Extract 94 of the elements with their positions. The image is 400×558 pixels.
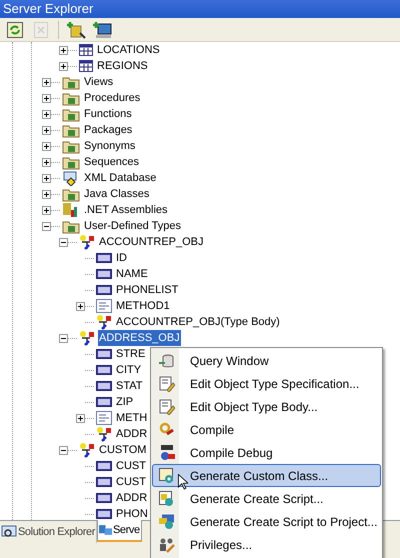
field-icon <box>96 493 112 503</box>
tree-item[interactable]: REGIONS <box>96 58 149 74</box>
tree-item[interactable]: Packages <box>83 122 134 138</box>
expand-button[interactable] <box>59 62 68 70</box>
folder-icon <box>62 122 80 138</box>
expand-button[interactable] <box>42 126 51 134</box>
folder-icon <box>62 74 80 90</box>
folder-icon <box>62 106 80 122</box>
expand-button[interactable] <box>42 78 51 86</box>
assembly-icon <box>62 202 80 218</box>
pencil-icon <box>158 376 174 392</box>
menu-item[interactable]: Edit Object Type Specification... <box>152 372 381 395</box>
menu-item[interactable]: Edit Object Type Body... <box>152 395 381 418</box>
tree-item[interactable]: ACCOUNTREP_OBJ <box>98 234 205 250</box>
tree-item[interactable]: METH <box>115 410 148 426</box>
type-icon <box>79 442 95 458</box>
field-icon <box>96 477 112 487</box>
tree-item[interactable]: ADDR <box>115 426 148 442</box>
folder-icon <box>62 138 80 154</box>
expand-button[interactable] <box>42 206 51 214</box>
tree-item[interactable]: CITY <box>115 362 142 378</box>
expand-button[interactable] <box>42 174 51 182</box>
folder-icon <box>62 218 80 234</box>
collapse-button[interactable] <box>59 446 68 454</box>
expand-button[interactable] <box>42 142 51 150</box>
table-icon <box>79 44 93 56</box>
people-icon <box>158 536 174 552</box>
menu-item[interactable]: Query Window <box>152 349 381 372</box>
tree-item[interactable]: User-Defined Types <box>83 218 182 234</box>
pencil-icon <box>158 398 174 414</box>
method-icon <box>96 299 112 313</box>
expand-button[interactable] <box>76 414 85 422</box>
field-icon <box>96 365 112 375</box>
tree-item[interactable]: Functions <box>83 106 133 122</box>
tree-item[interactable]: CUST <box>115 458 147 474</box>
tree-item[interactable]: Java Classes <box>83 186 150 202</box>
tree-item[interactable]: CUST <box>115 474 147 490</box>
tree-item[interactable]: PHON <box>115 506 149 520</box>
tree-item[interactable]: METHOD1 <box>115 298 171 314</box>
type-icon <box>96 426 112 442</box>
folder-icon <box>62 154 80 170</box>
expand-button[interactable] <box>42 94 51 102</box>
folder-icon <box>62 186 80 202</box>
menu-item[interactable]: Generate Create Script to Project... <box>152 510 381 533</box>
method-icon <box>96 411 112 425</box>
tree-item[interactable]: ZIP <box>115 394 134 410</box>
expand-button[interactable] <box>42 158 51 166</box>
panel-tab[interactable]: Serve <box>96 520 142 542</box>
panel-tab[interactable]: Solution Explorer <box>0 521 97 543</box>
tree-item[interactable]: Sequences <box>83 154 140 170</box>
tree-item[interactable]: ADDR <box>115 490 148 506</box>
collapse-button[interactable] <box>42 222 51 230</box>
expand-button[interactable] <box>59 46 68 54</box>
tree-item[interactable]: .NET Assemblies <box>83 202 169 218</box>
collapse-button[interactable] <box>59 238 68 246</box>
cursor-icon <box>178 474 188 490</box>
expand-button[interactable] <box>76 302 85 310</box>
tree-item[interactable]: LOCATIONS <box>96 42 161 58</box>
collapse-button[interactable] <box>59 334 68 342</box>
tree-item[interactable]: STAT <box>115 378 144 394</box>
menu-item[interactable]: Generate Custom Class... <box>152 464 381 487</box>
tree-item[interactable]: CUSTOM <box>98 442 148 458</box>
field-icon <box>96 397 112 407</box>
menu-item[interactable]: Compile <box>152 418 381 441</box>
tree-item[interactable]: Synonyms <box>83 138 136 154</box>
field-icon <box>96 509 112 519</box>
server-icon <box>98 523 112 537</box>
tree-item[interactable]: STRE <box>115 346 146 362</box>
tree-item[interactable]: ACCOUNTREP_OBJ(Type Body) <box>115 314 281 330</box>
menu-item[interactable]: Compile Debug <box>152 441 381 464</box>
field-icon <box>96 381 112 391</box>
field-icon <box>96 269 112 279</box>
field-icon <box>96 253 112 263</box>
expand-button[interactable] <box>42 190 51 198</box>
tree-item[interactable]: XML Database <box>83 170 158 186</box>
database-icon <box>158 352 174 368</box>
type-icon <box>79 330 95 346</box>
field-icon <box>96 349 112 359</box>
expand-button[interactable] <box>42 110 51 118</box>
title-bar: Server Explorer <box>0 0 400 18</box>
tree-item[interactable]: PHONELIST <box>115 282 180 298</box>
tree-item[interactable]: ADDRESS_OBJ <box>98 330 181 346</box>
menu-item[interactable]: Privileges... <box>152 533 381 556</box>
type-icon <box>96 314 112 330</box>
table-icon <box>79 60 93 72</box>
tree-item[interactable]: NAME <box>115 266 149 282</box>
tree-item[interactable]: Procedures <box>83 90 142 106</box>
type-icon <box>79 234 95 250</box>
field-icon <box>96 461 112 471</box>
tree-item[interactable]: ID <box>115 250 128 266</box>
folder-icon <box>62 90 80 106</box>
tree-item[interactable]: Views <box>83 74 114 90</box>
field-icon <box>96 285 112 295</box>
menu-item[interactable]: Generate Create Script... <box>152 487 381 510</box>
